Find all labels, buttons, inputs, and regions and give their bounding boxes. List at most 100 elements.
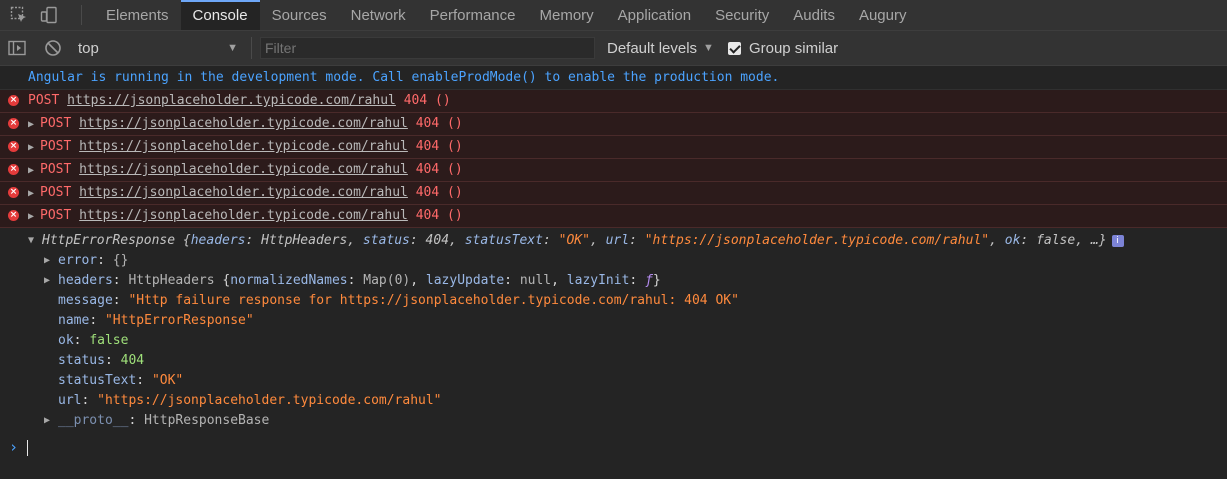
text-cursor <box>27 440 28 456</box>
prop-key: name <box>58 313 90 328</box>
device-toolbar-icon[interactable] <box>39 5 59 25</box>
error-method: POST <box>40 139 72 154</box>
prop-key: normalizedNames <box>230 273 348 288</box>
error-icon: × <box>8 141 19 152</box>
console-error-row[interactable]: × ▶ POST https://jsonplaceholder.typicode… <box>0 159 1227 182</box>
prop-key: headers <box>58 273 113 288</box>
prop-key: statusText <box>58 373 137 388</box>
error-url-link[interactable]: https://jsonplaceholder.typicode.com/rah… <box>79 116 408 131</box>
group-similar-toggle[interactable]: Group similar <box>727 40 838 57</box>
expand-triangle-icon[interactable]: ▶ <box>28 114 40 136</box>
summary-ellipsis: …} <box>1090 233 1107 248</box>
expand-triangle-icon[interactable]: ▶ <box>28 183 40 205</box>
error-method: POST <box>40 185 72 200</box>
toolbar-separator <box>251 37 252 59</box>
prop-statustext: statusText: "OK" <box>58 373 184 388</box>
tab-performance[interactable]: Performance <box>418 0 528 30</box>
prop-value: null <box>519 273 552 288</box>
error-icon: × <box>8 118 19 129</box>
prop-key: lazyUpdate <box>425 273 505 288</box>
prop-value: "https://jsonplaceholder.typicode.com/ra… <box>97 393 442 408</box>
context-value: top <box>78 39 99 57</box>
tab-network[interactable]: Network <box>339 0 418 30</box>
expand-triangle-icon[interactable]: ▶ <box>28 206 40 228</box>
error-status: 404 () <box>415 162 463 177</box>
console-error-row[interactable]: × ▶ POST https://jsonplaceholder.typicode… <box>0 182 1227 205</box>
filter-input[interactable] <box>260 37 595 59</box>
summary-value: "OK" <box>558 233 590 248</box>
tab-list: Elements Console Sources Network Perform… <box>94 0 918 30</box>
error-status: 404 () <box>415 139 463 154</box>
prop-status: status: 404 <box>58 353 145 368</box>
error-url-link[interactable]: https://jsonplaceholder.typicode.com/rah… <box>79 208 408 223</box>
object-inspector: ▼ HttpErrorResponse {headers: HttpHeaders… <box>0 231 1227 251</box>
clear-console-icon[interactable] <box>42 37 64 59</box>
summary-value: 404 <box>425 233 450 248</box>
console-toolbar: top ▼ Default levels ▼ Group similar <box>0 31 1227 66</box>
expand-triangle-icon[interactable]: ▶ <box>44 411 56 431</box>
summary-value: false <box>1036 233 1076 248</box>
prop-value: Map(0) <box>363 273 411 288</box>
error-method: POST <box>40 162 72 177</box>
error-url-link[interactable]: https://jsonplaceholder.typicode.com/rah… <box>67 93 396 108</box>
prop-key: __proto__ <box>58 413 129 428</box>
error-method: POST <box>40 116 72 131</box>
collapse-triangle-icon[interactable]: ▼ <box>28 231 40 251</box>
summary-value: "https://jsonplaceholder.typicode.com/ra… <box>644 233 990 248</box>
log-levels-dropdown[interactable]: Default levels ▼ <box>607 40 714 57</box>
devtools-tabbar: Elements Console Sources Network Perform… <box>0 0 1227 31</box>
prop-value: "HttpErrorResponse" <box>104 313 254 328</box>
summary-key: statusText <box>464 233 543 248</box>
console-info-message: Angular is running in the development mo… <box>0 66 1227 90</box>
error-url-link[interactable]: https://jsonplaceholder.typicode.com/rah… <box>79 185 408 200</box>
chevron-down-icon: ▼ <box>703 42 714 54</box>
object-type: HttpErrorResponse <box>42 233 176 248</box>
tab-memory[interactable]: Memory <box>528 0 606 30</box>
console-prompt[interactable]: › <box>0 437 1227 459</box>
prop-headers[interactable]: ▶ headers: HttpHeaders {normalizedNames: … <box>28 271 1227 291</box>
prop-key: lazyInit <box>566 273 630 288</box>
tab-elements[interactable]: Elements <box>94 0 181 30</box>
tab-sources[interactable]: Sources <box>260 0 339 30</box>
error-status: 404 () <box>415 185 463 200</box>
summary-key: url <box>605 233 630 248</box>
expand-triangle-icon[interactable]: ▶ <box>44 251 56 271</box>
prop-proto[interactable]: ▶ __proto__: HttpResponseBase <box>28 411 1227 431</box>
prop-key: status <box>58 353 105 368</box>
inspect-element-icon[interactable] <box>9 5 29 25</box>
tab-console[interactable]: Console <box>180 0 260 30</box>
console-error-row[interactable]: × ▶ POST https://jsonplaceholder.typicode… <box>0 205 1227 228</box>
error-url-link[interactable]: https://jsonplaceholder.typicode.com/rah… <box>79 139 408 154</box>
group-similar-checkbox[interactable] <box>727 41 741 55</box>
error-url-link[interactable]: https://jsonplaceholder.typicode.com/rah… <box>79 162 408 177</box>
tab-security[interactable]: Security <box>703 0 781 30</box>
expand-triangle-icon[interactable]: ▶ <box>28 137 40 159</box>
info-icon[interactable]: i <box>1111 234 1124 247</box>
prop-value: "OK" <box>151 373 184 388</box>
tool-icons <box>0 0 71 30</box>
object-summary[interactable]: ▼ HttpErrorResponse {headers: HttpHeaders… <box>28 231 1227 251</box>
prompt-chevron-icon: › <box>9 438 19 456</box>
error-status: 404 () <box>415 208 463 223</box>
prop-error[interactable]: ▶ error: {} <box>28 251 1227 271</box>
tab-audits[interactable]: Audits <box>781 0 847 30</box>
summary-key: headers <box>190 233 246 248</box>
console-error-row[interactable]: × POST https://jsonplaceholder.typicode.… <box>0 90 1227 113</box>
tab-augury[interactable]: Augury <box>847 0 919 30</box>
expand-triangle-icon[interactable]: ▶ <box>28 160 40 182</box>
prop-value: {} <box>112 253 129 268</box>
console-output: Angular is running in the development mo… <box>0 66 1227 459</box>
tab-application[interactable]: Application <box>606 0 703 30</box>
error-method: POST <box>40 208 72 223</box>
prop-message: message: "Http failure response for http… <box>58 293 739 308</box>
expand-triangle-icon[interactable]: ▶ <box>44 271 56 291</box>
console-error-row[interactable]: × ▶ POST https://jsonplaceholder.typicode… <box>0 136 1227 159</box>
context-selector[interactable]: top ▼ <box>78 40 238 57</box>
prop-value: HttpHeaders <box>128 273 215 288</box>
prop-value: 404 <box>120 353 145 368</box>
summary-key: status <box>362 233 410 248</box>
console-sidebar-icon[interactable] <box>6 37 28 59</box>
prop-value: "Http failure response for https://jsonp… <box>128 293 739 308</box>
error-icon: × <box>8 164 19 175</box>
console-error-row[interactable]: × ▶ POST https://jsonplaceholder.typicode… <box>0 113 1227 136</box>
